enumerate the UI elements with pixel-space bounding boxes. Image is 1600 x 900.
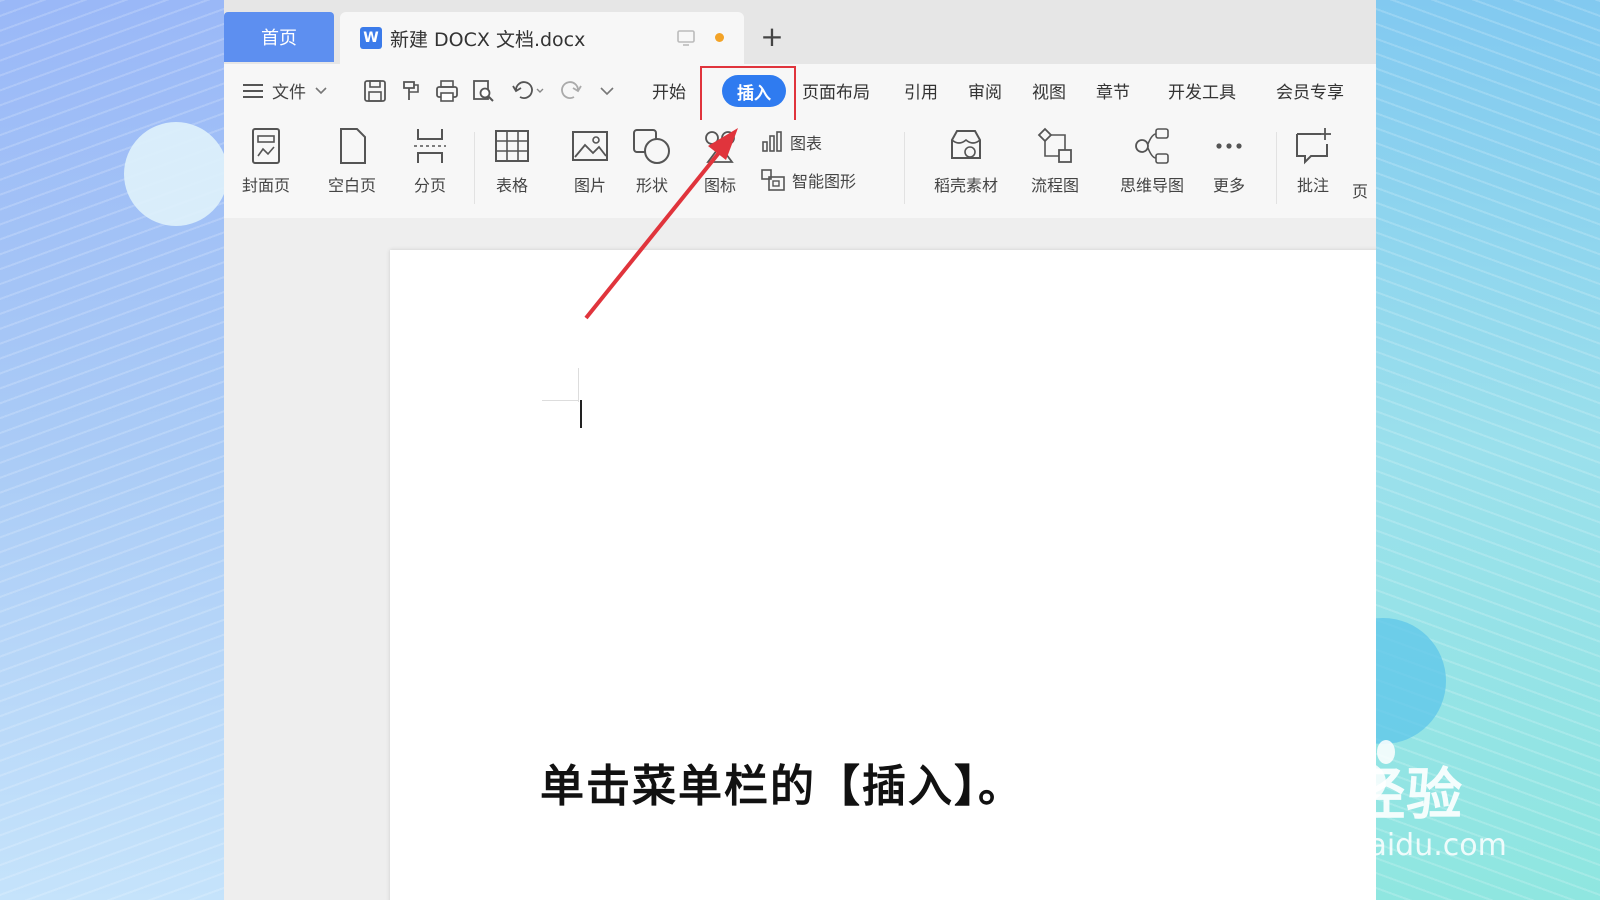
unsaved-dot-icon — [715, 33, 724, 42]
cover-page-icon — [252, 128, 280, 164]
flowchart-button[interactable]: 流程图 — [1010, 126, 1100, 196]
ribbon-separator — [904, 132, 905, 204]
screen-icon[interactable] — [676, 28, 696, 48]
print-preview-icon[interactable] — [470, 78, 496, 104]
mindmap-icon — [1135, 128, 1169, 164]
chart-button[interactable]: 图表 — [760, 130, 822, 154]
blank-page-button[interactable]: 空白页 — [312, 126, 392, 196]
menu-tab-view[interactable]: 视图 — [1032, 78, 1066, 103]
chart-icon — [762, 131, 782, 152]
hamburger-icon — [243, 83, 263, 98]
tab-document[interactable]: W 新建 DOCX 文档.docx — [340, 12, 744, 64]
page-break-label: 分页 — [413, 176, 446, 195]
chart-label: 图表 — [790, 134, 823, 153]
smart-art-icon — [761, 169, 785, 191]
mindmap-label: 思维导图 — [1119, 176, 1184, 195]
comment-icon — [1296, 128, 1331, 165]
flowchart-icon — [1037, 127, 1072, 163]
more-button[interactable]: 更多 — [1194, 126, 1264, 196]
page-break-button[interactable]: 分页 — [390, 126, 470, 196]
mindmap-button[interactable]: 思维导图 — [1104, 126, 1200, 196]
text-cursor — [580, 400, 582, 428]
comment-button[interactable]: 批注 — [1278, 126, 1348, 196]
page-break-icon — [414, 129, 446, 163]
comment-label: 批注 — [1296, 176, 1329, 195]
tab-home[interactable]: 首页 — [224, 12, 334, 62]
smart-art-button[interactable]: 智能图形 — [760, 168, 856, 192]
blank-page-label: 空白页 — [327, 176, 376, 195]
word-doc-icon: W — [360, 27, 382, 49]
file-menu-label: 文件 — [272, 83, 306, 103]
cover-page-label: 封面页 — [241, 176, 290, 195]
tab-bar: 首页 W 新建 DOCX 文档.docx + — [224, 0, 1376, 64]
cover-page-button[interactable]: 封面页 — [226, 126, 306, 196]
menu-tab-start[interactable]: 开始 — [652, 78, 686, 103]
baidu-jingyan-logo: Bai 经验 — [1226, 763, 1464, 828]
page-button[interactable]: 页 — [1344, 126, 1376, 202]
decorative-circle — [124, 122, 228, 226]
print-icon[interactable] — [434, 78, 460, 104]
redo-icon[interactable] — [558, 78, 584, 104]
new-tab-button[interactable]: + — [754, 18, 790, 54]
menu-tab-references[interactable]: 引用 — [904, 78, 938, 103]
docer-assets-label: 稻壳素材 — [933, 176, 998, 195]
save-icon[interactable] — [362, 78, 388, 104]
ribbon-separator — [1276, 132, 1277, 204]
menu-tab-member-exclusive[interactable]: 会员专享 — [1276, 78, 1344, 103]
flowchart-label: 流程图 — [1030, 176, 1079, 195]
format-painter-icon[interactable] — [398, 78, 424, 104]
blank-page-icon — [340, 128, 366, 164]
page-label: 页 — [1351, 182, 1368, 201]
customize-toolbar-icon[interactable] — [598, 82, 616, 100]
margin-guide-vertical — [578, 368, 579, 402]
more-icon — [1216, 143, 1242, 149]
red-arrow-annotation — [584, 128, 738, 320]
menu-tab-section[interactable]: 章节 — [1096, 78, 1130, 103]
instruction-caption: 单击菜单栏的【插入】。 — [540, 761, 1024, 812]
file-menu[interactable]: 文件 — [242, 78, 328, 103]
docer-assets-button[interactable]: 稻壳素材 — [916, 126, 1016, 196]
menu-tab-developer-tools[interactable]: 开发工具 — [1168, 78, 1236, 103]
table-icon — [495, 130, 529, 162]
insert-ribbon: 封面页 空白页 分页 表格 图片 形状 图标 图表 智能图形 稻壳素材 流程图 … — [224, 120, 1376, 219]
baidu-jingyan-url: jingyan.baidu.com — [1230, 828, 1507, 863]
smart-art-label: 智能图形 — [792, 172, 857, 191]
menu-tab-review[interactable]: 审阅 — [968, 78, 1002, 103]
undo-icon[interactable] — [510, 78, 546, 104]
margin-guide-horizontal — [542, 400, 578, 401]
menu-tab-page-layout[interactable]: 页面布局 — [802, 78, 870, 103]
more-label: 更多 — [1212, 176, 1245, 195]
chevron-down-icon — [315, 86, 327, 94]
docer-assets-icon — [951, 130, 981, 159]
document-title: 新建 DOCX 文档.docx — [390, 28, 586, 51]
menu-bar: 文件 开始 插入 页面布局 引用 审阅 视图 章节 开发工具 会员专享 — [224, 64, 1376, 122]
page-icon — [1344, 126, 1376, 172]
